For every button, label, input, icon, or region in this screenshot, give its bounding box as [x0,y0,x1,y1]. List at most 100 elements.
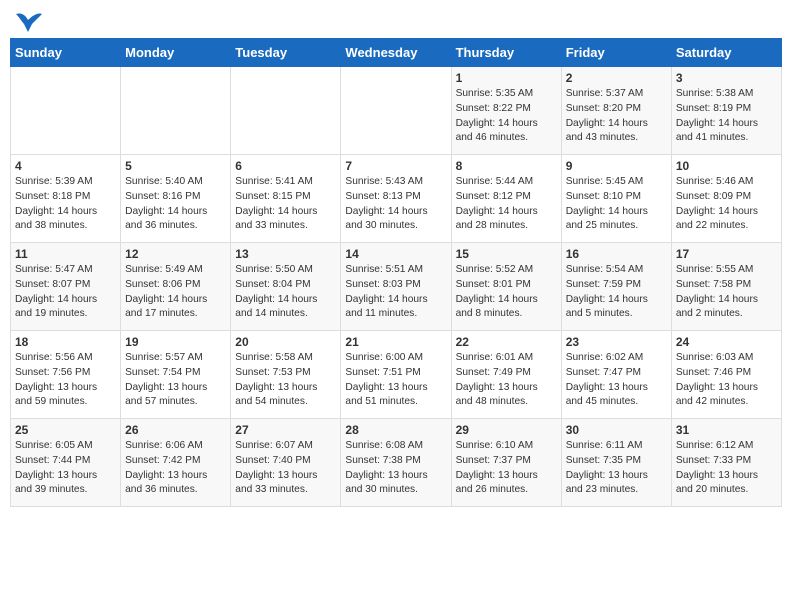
cell-info: Sunrise: 5:43 AM Sunset: 8:13 PM Dayligh… [345,175,446,234]
week-row-3: 11 Sunrise: 5:47 AM Sunset: 8:07 PM Dayli… [11,243,782,331]
day-header-friday: Friday [561,39,671,67]
cell-info: Sunrise: 5:56 AM Sunset: 7:56 PM Dayligh… [15,351,116,410]
cell-info: Sunrise: 5:37 AM Sunset: 8:20 PM Dayligh… [566,87,667,146]
calendar-cell: 26 Sunrise: 6:06 AM Sunset: 7:42 PM Dayli… [121,419,231,507]
cell-info: Sunrise: 6:10 AM Sunset: 7:37 PM Dayligh… [456,439,557,498]
cell-date: 26 [125,423,226,437]
week-row-5: 25Sunrise: 6:05 AM Sunset: 7:44 PM Dayli… [11,419,782,507]
calendar-cell: 23 Sunrise: 6:02 AM Sunset: 7:47 PM Dayli… [561,331,671,419]
cell-info: Sunrise: 6:06 AM Sunset: 7:42 PM Dayligh… [125,439,226,498]
calendar-cell: 13Sunrise: 5:50 AM Sunset: 8:04 PM Dayli… [231,243,341,331]
cell-date: 7 [345,159,446,173]
cell-date: 22 [456,335,557,349]
cell-info: Sunrise: 6:11 AM Sunset: 7:35 PM Dayligh… [566,439,667,498]
cell-info: Sunrise: 5:40 AM Sunset: 8:16 PM Dayligh… [125,175,226,234]
cell-date: 25 [15,423,116,437]
calendar-table: SundayMondayTuesdayWednesdayThursdayFrid… [10,38,782,507]
cell-date: 1 [456,71,557,85]
calendar-cell: 20 Sunrise: 5:58 AM Sunset: 7:53 PM Dayli… [231,331,341,419]
calendar-cell: 29 Sunrise: 6:10 AM Sunset: 7:37 PM Dayli… [451,419,561,507]
day-header-sunday: Sunday [11,39,121,67]
cell-info: Sunrise: 5:38 AM Sunset: 8:19 PM Dayligh… [676,87,777,146]
calendar-cell: 15 Sunrise: 5:52 AM Sunset: 8:01 PM Dayli… [451,243,561,331]
cell-info: Sunrise: 5:35 AM Sunset: 8:22 PM Dayligh… [456,87,557,146]
cell-date: 23 [566,335,667,349]
calendar-cell: 21Sunrise: 6:00 AM Sunset: 7:51 PM Dayli… [341,331,451,419]
calendar-cell: 1 Sunrise: 5:35 AM Sunset: 8:22 PM Daylig… [451,67,561,155]
cell-date: 18 [15,335,116,349]
calendar-cell: 31 Sunrise: 6:12 AM Sunset: 7:33 PM Dayli… [671,419,781,507]
week-row-4: 18 Sunrise: 5:56 AM Sunset: 7:56 PM Dayli… [11,331,782,419]
cell-date: 27 [235,423,336,437]
cell-date: 3 [676,71,777,85]
cell-date: 30 [566,423,667,437]
calendar-cell: 30 Sunrise: 6:11 AM Sunset: 7:35 PM Dayli… [561,419,671,507]
cell-date: 21 [345,335,446,349]
cell-date: 11 [15,247,116,261]
cell-info: Sunrise: 5:44 AM Sunset: 8:12 PM Dayligh… [456,175,557,234]
cell-date: 20 [235,335,336,349]
cell-info: Sunrise: 6:12 AM Sunset: 7:33 PM Dayligh… [676,439,777,498]
cell-info: Sunrise: 5:58 AM Sunset: 7:53 PM Dayligh… [235,351,336,410]
cell-date: 28 [345,423,446,437]
cell-date: 15 [456,247,557,261]
cell-info: Sunrise: 5:39 AM Sunset: 8:18 PM Dayligh… [15,175,116,234]
calendar-cell [231,67,341,155]
cell-info: Sunrise: 5:41 AM Sunset: 8:15 PM Dayligh… [235,175,336,234]
cell-date: 19 [125,335,226,349]
calendar-cell: 7 Sunrise: 5:43 AM Sunset: 8:13 PM Daylig… [341,155,451,243]
day-header-monday: Monday [121,39,231,67]
cell-date: 6 [235,159,336,173]
calendar-cell: 18 Sunrise: 5:56 AM Sunset: 7:56 PM Dayli… [11,331,121,419]
cell-date: 29 [456,423,557,437]
cell-info: Sunrise: 5:46 AM Sunset: 8:09 PM Dayligh… [676,175,777,234]
cell-info: Sunrise: 6:07 AM Sunset: 7:40 PM Dayligh… [235,439,336,498]
calendar-cell: 24 Sunrise: 6:03 AM Sunset: 7:46 PM Dayli… [671,331,781,419]
cell-date: 14 [345,247,446,261]
cell-info: Sunrise: 5:51 AM Sunset: 8:03 PM Dayligh… [345,263,446,322]
cell-date: 2 [566,71,667,85]
calendar-cell [341,67,451,155]
day-header-wednesday: Wednesday [341,39,451,67]
page-header [10,10,782,32]
cell-info: Sunrise: 5:52 AM Sunset: 8:01 PM Dayligh… [456,263,557,322]
cell-date: 9 [566,159,667,173]
calendar-cell: 19 Sunrise: 5:57 AM Sunset: 7:54 PM Dayli… [121,331,231,419]
calendar-cell: 12Sunrise: 5:49 AM Sunset: 8:06 PM Dayli… [121,243,231,331]
week-row-1: 1 Sunrise: 5:35 AM Sunset: 8:22 PM Daylig… [11,67,782,155]
cell-info: Sunrise: 5:54 AM Sunset: 7:59 PM Dayligh… [566,263,667,322]
cell-date: 31 [676,423,777,437]
cell-info: Sunrise: 5:49 AM Sunset: 8:06 PM Dayligh… [125,263,226,322]
header-row: SundayMondayTuesdayWednesdayThursdayFrid… [11,39,782,67]
calendar-cell: 3 Sunrise: 5:38 AM Sunset: 8:19 PM Daylig… [671,67,781,155]
logo-bird-icon [14,10,42,32]
cell-date: 10 [676,159,777,173]
cell-info: Sunrise: 6:03 AM Sunset: 7:46 PM Dayligh… [676,351,777,410]
calendar-cell: 28 Sunrise: 6:08 AM Sunset: 7:38 PM Dayli… [341,419,451,507]
calendar-cell: 22 Sunrise: 6:01 AM Sunset: 7:49 PM Dayli… [451,331,561,419]
calendar-cell: 25Sunrise: 6:05 AM Sunset: 7:44 PM Dayli… [11,419,121,507]
cell-date: 17 [676,247,777,261]
calendar-cell [11,67,121,155]
calendar-cell: 6 Sunrise: 5:41 AM Sunset: 8:15 PM Daylig… [231,155,341,243]
calendar-cell: 2 Sunrise: 5:37 AM Sunset: 8:20 PM Daylig… [561,67,671,155]
cell-info: Sunrise: 6:01 AM Sunset: 7:49 PM Dayligh… [456,351,557,410]
calendar-cell: 14 Sunrise: 5:51 AM Sunset: 8:03 PM Dayli… [341,243,451,331]
cell-info: Sunrise: 5:45 AM Sunset: 8:10 PM Dayligh… [566,175,667,234]
cell-info: Sunrise: 6:02 AM Sunset: 7:47 PM Dayligh… [566,351,667,410]
calendar-cell: 27 Sunrise: 6:07 AM Sunset: 7:40 PM Dayli… [231,419,341,507]
cell-info: Sunrise: 5:57 AM Sunset: 7:54 PM Dayligh… [125,351,226,410]
cell-info: Sunrise: 5:55 AM Sunset: 7:58 PM Dayligh… [676,263,777,322]
cell-info: Sunrise: 6:08 AM Sunset: 7:38 PM Dayligh… [345,439,446,498]
cell-info: Sunrise: 5:47 AM Sunset: 8:07 PM Dayligh… [15,263,116,322]
cell-date: 24 [676,335,777,349]
cell-date: 8 [456,159,557,173]
calendar-cell: 11 Sunrise: 5:47 AM Sunset: 8:07 PM Dayli… [11,243,121,331]
cell-info: Sunrise: 5:50 AM Sunset: 8:04 PM Dayligh… [235,263,336,322]
day-header-thursday: Thursday [451,39,561,67]
cell-date: 4 [15,159,116,173]
cell-date: 16 [566,247,667,261]
calendar-cell: 5Sunrise: 5:40 AM Sunset: 8:16 PM Daylig… [121,155,231,243]
calendar-cell: 4 Sunrise: 5:39 AM Sunset: 8:18 PM Daylig… [11,155,121,243]
calendar-cell: 9 Sunrise: 5:45 AM Sunset: 8:10 PM Daylig… [561,155,671,243]
